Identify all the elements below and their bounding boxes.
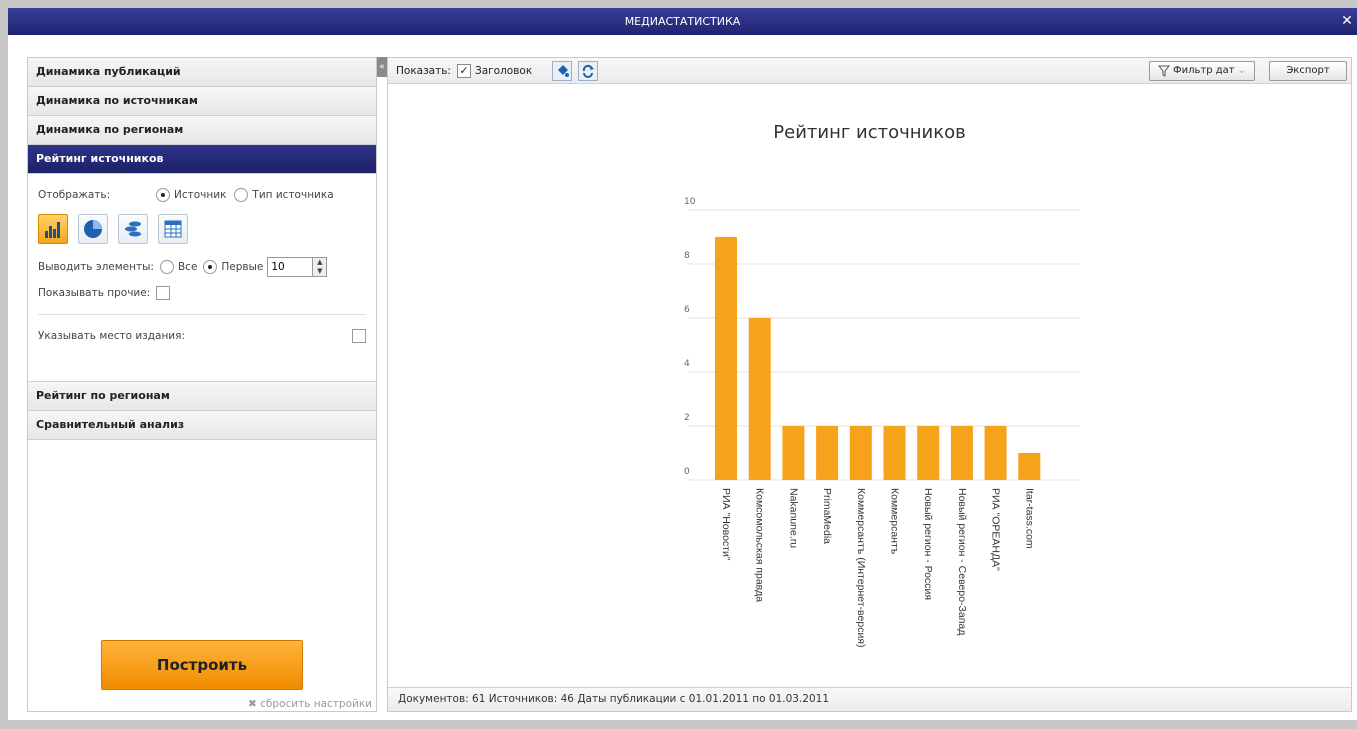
- show-others-row: Показывать прочие:: [38, 282, 366, 304]
- x-category-label: Nakanune.ru: [787, 488, 799, 548]
- output-count-stepper[interactable]: ▲▼: [267, 257, 328, 277]
- table-icon[interactable]: [158, 214, 188, 244]
- bar[interactable]: [883, 426, 906, 480]
- output-first-radio[interactable]: [203, 260, 218, 274]
- section-publication-dynamics[interactable]: Динамика публикаций: [28, 58, 376, 87]
- bar[interactable]: [849, 426, 872, 480]
- close-icon[interactable]: ✕: [1339, 8, 1355, 35]
- y-tick-label: 2: [684, 413, 690, 423]
- bar-chart-icon[interactable]: [38, 214, 68, 244]
- display-source-label[interactable]: Источник: [174, 189, 226, 201]
- display-label: Отображать:: [38, 189, 111, 201]
- header-checkbox[interactable]: ✓: [456, 63, 471, 78]
- publication-place-checkbox[interactable]: [352, 329, 366, 343]
- y-tick-label: 0: [684, 467, 690, 477]
- publication-place-row: Указывать место издания:: [38, 325, 366, 347]
- build-button[interactable]: Построить: [101, 640, 303, 690]
- bar-chart: 0 2 4 6 8 10 РИА "Новости" Комсомольская правда…: [684, 197, 1080, 648]
- y-tick-label: 4: [684, 359, 690, 369]
- output-count-input[interactable]: [268, 258, 313, 276]
- chart-type-selector: [38, 214, 366, 244]
- x-category-label: PrimaMedia: [821, 488, 833, 544]
- reset-settings-label[interactable]: сбросить настройки: [260, 698, 372, 710]
- refresh-icon[interactable]: [578, 60, 599, 81]
- chevron-down-icon: ⌄: [1237, 65, 1246, 76]
- x-category-label: Комсомольская правда: [754, 488, 766, 602]
- show-label: Показать:: [396, 64, 451, 77]
- filter-icon: [1157, 65, 1170, 77]
- x-category-label: РИА "Новости": [720, 488, 732, 561]
- show-others-checkbox[interactable]: [156, 286, 171, 300]
- x-category-label: Коммерсантъ (Интернет-версия): [855, 488, 867, 648]
- bar[interactable]: [1018, 453, 1041, 480]
- export-button[interactable]: Экспорт: [1269, 61, 1347, 81]
- bar[interactable]: [748, 318, 771, 480]
- output-all-label[interactable]: Все: [178, 261, 197, 273]
- show-others-label: Показывать прочие:: [38, 287, 151, 299]
- stepper-up-icon[interactable]: ▲: [313, 258, 326, 267]
- section-comparative-analysis[interactable]: Сравнительный анализ: [28, 411, 376, 440]
- display-source-type-radio[interactable]: [234, 188, 249, 202]
- output-first-label[interactable]: Первые: [221, 261, 263, 273]
- section-region-rating[interactable]: Рейтинг по регионам: [28, 382, 376, 411]
- reset-x-icon: ✖: [248, 698, 261, 710]
- bubble-chart-icon[interactable]: [118, 214, 148, 244]
- date-filter-label[interactable]: Фильтр дат: [1173, 62, 1235, 80]
- bar[interactable]: [782, 426, 805, 480]
- output-all-radio[interactable]: [159, 260, 174, 274]
- bar[interactable]: [950, 426, 973, 480]
- y-tick-label: 6: [684, 305, 690, 315]
- divider: [38, 314, 366, 315]
- status-bar: Документов: 61 Источников: 46 Даты публи…: [388, 687, 1351, 711]
- x-category-label: РИА "ОРЕАНДА": [990, 488, 1002, 571]
- bar[interactable]: [917, 426, 940, 480]
- y-tick-label: 10: [684, 197, 696, 207]
- display-source-radio[interactable]: [156, 188, 170, 202]
- display-row: Отображать: Источник Тип источника: [38, 184, 366, 206]
- paint-bucket-icon[interactable]: [552, 60, 573, 81]
- app-window: МЕДИАСТАТИСТИКА ✕ Динамика публикаций Ди…: [8, 8, 1357, 720]
- x-category-label: Новый регион - Северо-Запад: [956, 488, 968, 635]
- bar[interactable]: [816, 426, 839, 480]
- title-bar: МЕДИАСТАТИСТИКА ✕: [8, 8, 1357, 35]
- export-label[interactable]: Экспорт: [1286, 62, 1329, 80]
- section-region-dynamics[interactable]: Динамика по регионам: [28, 116, 376, 145]
- stepper-down-icon[interactable]: ▼: [313, 267, 326, 276]
- chart-canvas: Рейтинг источников 0 2 4 6 8 10 РИА "Новости" К…: [388, 84, 1351, 687]
- x-category-label: Коммерсантъ: [889, 488, 901, 555]
- header-checkbox-label[interactable]: Заголовок: [475, 65, 532, 77]
- collapse-sidebar-button[interactable]: «: [377, 57, 387, 77]
- publication-place-label: Указывать место издания:: [38, 330, 185, 342]
- chart-area: Показать: ✓ Заголовок Фильтр дат ⌄ Экспо…: [387, 57, 1352, 712]
- window-title: МЕДИАСТАТИСТИКА: [624, 15, 741, 28]
- section-source-rating[interactable]: Рейтинг источников: [28, 145, 376, 174]
- reset-settings-link[interactable]: ✖ сбросить настройки: [248, 698, 372, 710]
- settings-sidebar: Динамика публикаций Динамика по источник…: [27, 57, 377, 712]
- bar[interactable]: [715, 237, 737, 480]
- x-category-label: Новый регион - Россия: [922, 488, 934, 600]
- x-category-label: Itar-tass.com: [1023, 488, 1035, 549]
- display-source-type-label[interactable]: Тип источника: [252, 189, 333, 201]
- output-row: Выводить элементы: Все Первые ▲▼: [38, 256, 366, 278]
- bar[interactable]: [984, 426, 1007, 480]
- bottom-strip: [0, 720, 1357, 729]
- y-tick-label: 8: [684, 251, 690, 261]
- pie-chart-icon[interactable]: [78, 214, 108, 244]
- main-body: Динамика публикаций Динамика по источник…: [8, 35, 1357, 720]
- chart-toolbar: Показать: ✓ Заголовок Фильтр дат ⌄ Экспо…: [388, 58, 1351, 84]
- output-label: Выводить элементы:: [38, 261, 154, 273]
- section-source-dynamics[interactable]: Динамика по источникам: [28, 87, 376, 116]
- source-rating-panel: Отображать: Источник Тип источника Вывод…: [28, 174, 376, 382]
- date-filter-button[interactable]: Фильтр дат ⌄: [1148, 61, 1255, 81]
